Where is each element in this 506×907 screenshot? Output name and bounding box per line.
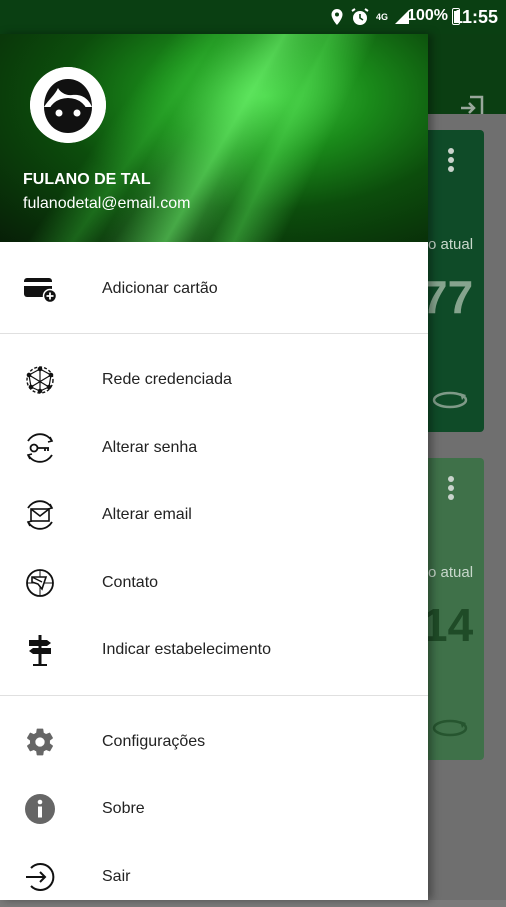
user-name: FULANO DE TAL: [23, 171, 151, 188]
menu-item-label: Contato: [102, 574, 159, 591]
status-icons: 4G: [330, 7, 410, 27]
signpost-icon: [22, 632, 58, 668]
menu-item-sair[interactable]: Sair: [0, 847, 428, 907]
user-face-icon: [30, 67, 106, 143]
refresh-icon[interactable]: [430, 388, 470, 412]
menu-item-label: Indicar estabelecimento: [102, 641, 271, 658]
network-icon: [22, 362, 58, 398]
gear-icon: [22, 724, 58, 760]
clock: 11:55: [452, 7, 498, 27]
menu-item-label: Configurações: [102, 733, 206, 750]
menu-item-alterar-senha[interactable]: Alterar senha: [0, 418, 428, 478]
refresh-icon[interactable]: [430, 716, 470, 740]
avatar[interactable]: [30, 67, 106, 143]
alarm-icon: [351, 8, 369, 25]
more-vert-icon[interactable]: [448, 148, 454, 175]
menu-item-alterar-email[interactable]: Alterar email: [0, 485, 428, 545]
add-card-icon: [22, 271, 58, 307]
divider: [0, 695, 428, 696]
location-icon: [331, 9, 343, 25]
card-value: 14: [422, 599, 474, 651]
card-label: o atual: [428, 236, 474, 253]
menu-item-rede-credenciada[interactable]: Rede credenciada: [0, 350, 428, 410]
contact-icon: [22, 565, 58, 601]
status-bar: 4G 100% 11:55: [0, 0, 506, 34]
drawer-header: FULANO DE TAL fulanodetal@email.com: [0, 34, 428, 242]
menu-item-sobre[interactable]: Sobre: [0, 779, 428, 839]
menu-item-indicar-estabelecimento[interactable]: Indicar estabelecimento: [0, 620, 428, 680]
menu-item-label: Sair: [102, 868, 131, 885]
info-icon: [22, 791, 58, 827]
menu-item-label: Rede credenciada: [102, 371, 232, 388]
menu-item-configuracoes[interactable]: Configurações: [0, 712, 428, 772]
menu-item-label: Alterar email: [102, 506, 192, 523]
battery-percent: 100%: [407, 7, 448, 24]
network-type-label: 4G: [375, 11, 388, 22]
email-icon: [22, 497, 58, 533]
menu-item-label: Alterar senha: [102, 439, 198, 456]
user-email: fulanodetal@email.com: [23, 195, 191, 212]
logout-icon: [22, 859, 58, 895]
menu-item-label: Sobre: [102, 800, 145, 817]
menu-item-adicionar-cartao[interactable]: Adicionar cartão: [0, 259, 428, 319]
divider: [0, 333, 428, 334]
key-icon: [22, 430, 58, 466]
card-label: o atual: [428, 564, 474, 581]
menu-item-contato[interactable]: Contato: [0, 553, 428, 613]
card-value: 77: [422, 271, 474, 323]
menu-item-label: Adicionar cartão: [102, 280, 218, 297]
more-vert-icon[interactable]: [448, 476, 454, 503]
navigation-drawer: FULANO DE TAL fulanodetal@email.com Adic…: [0, 34, 428, 900]
